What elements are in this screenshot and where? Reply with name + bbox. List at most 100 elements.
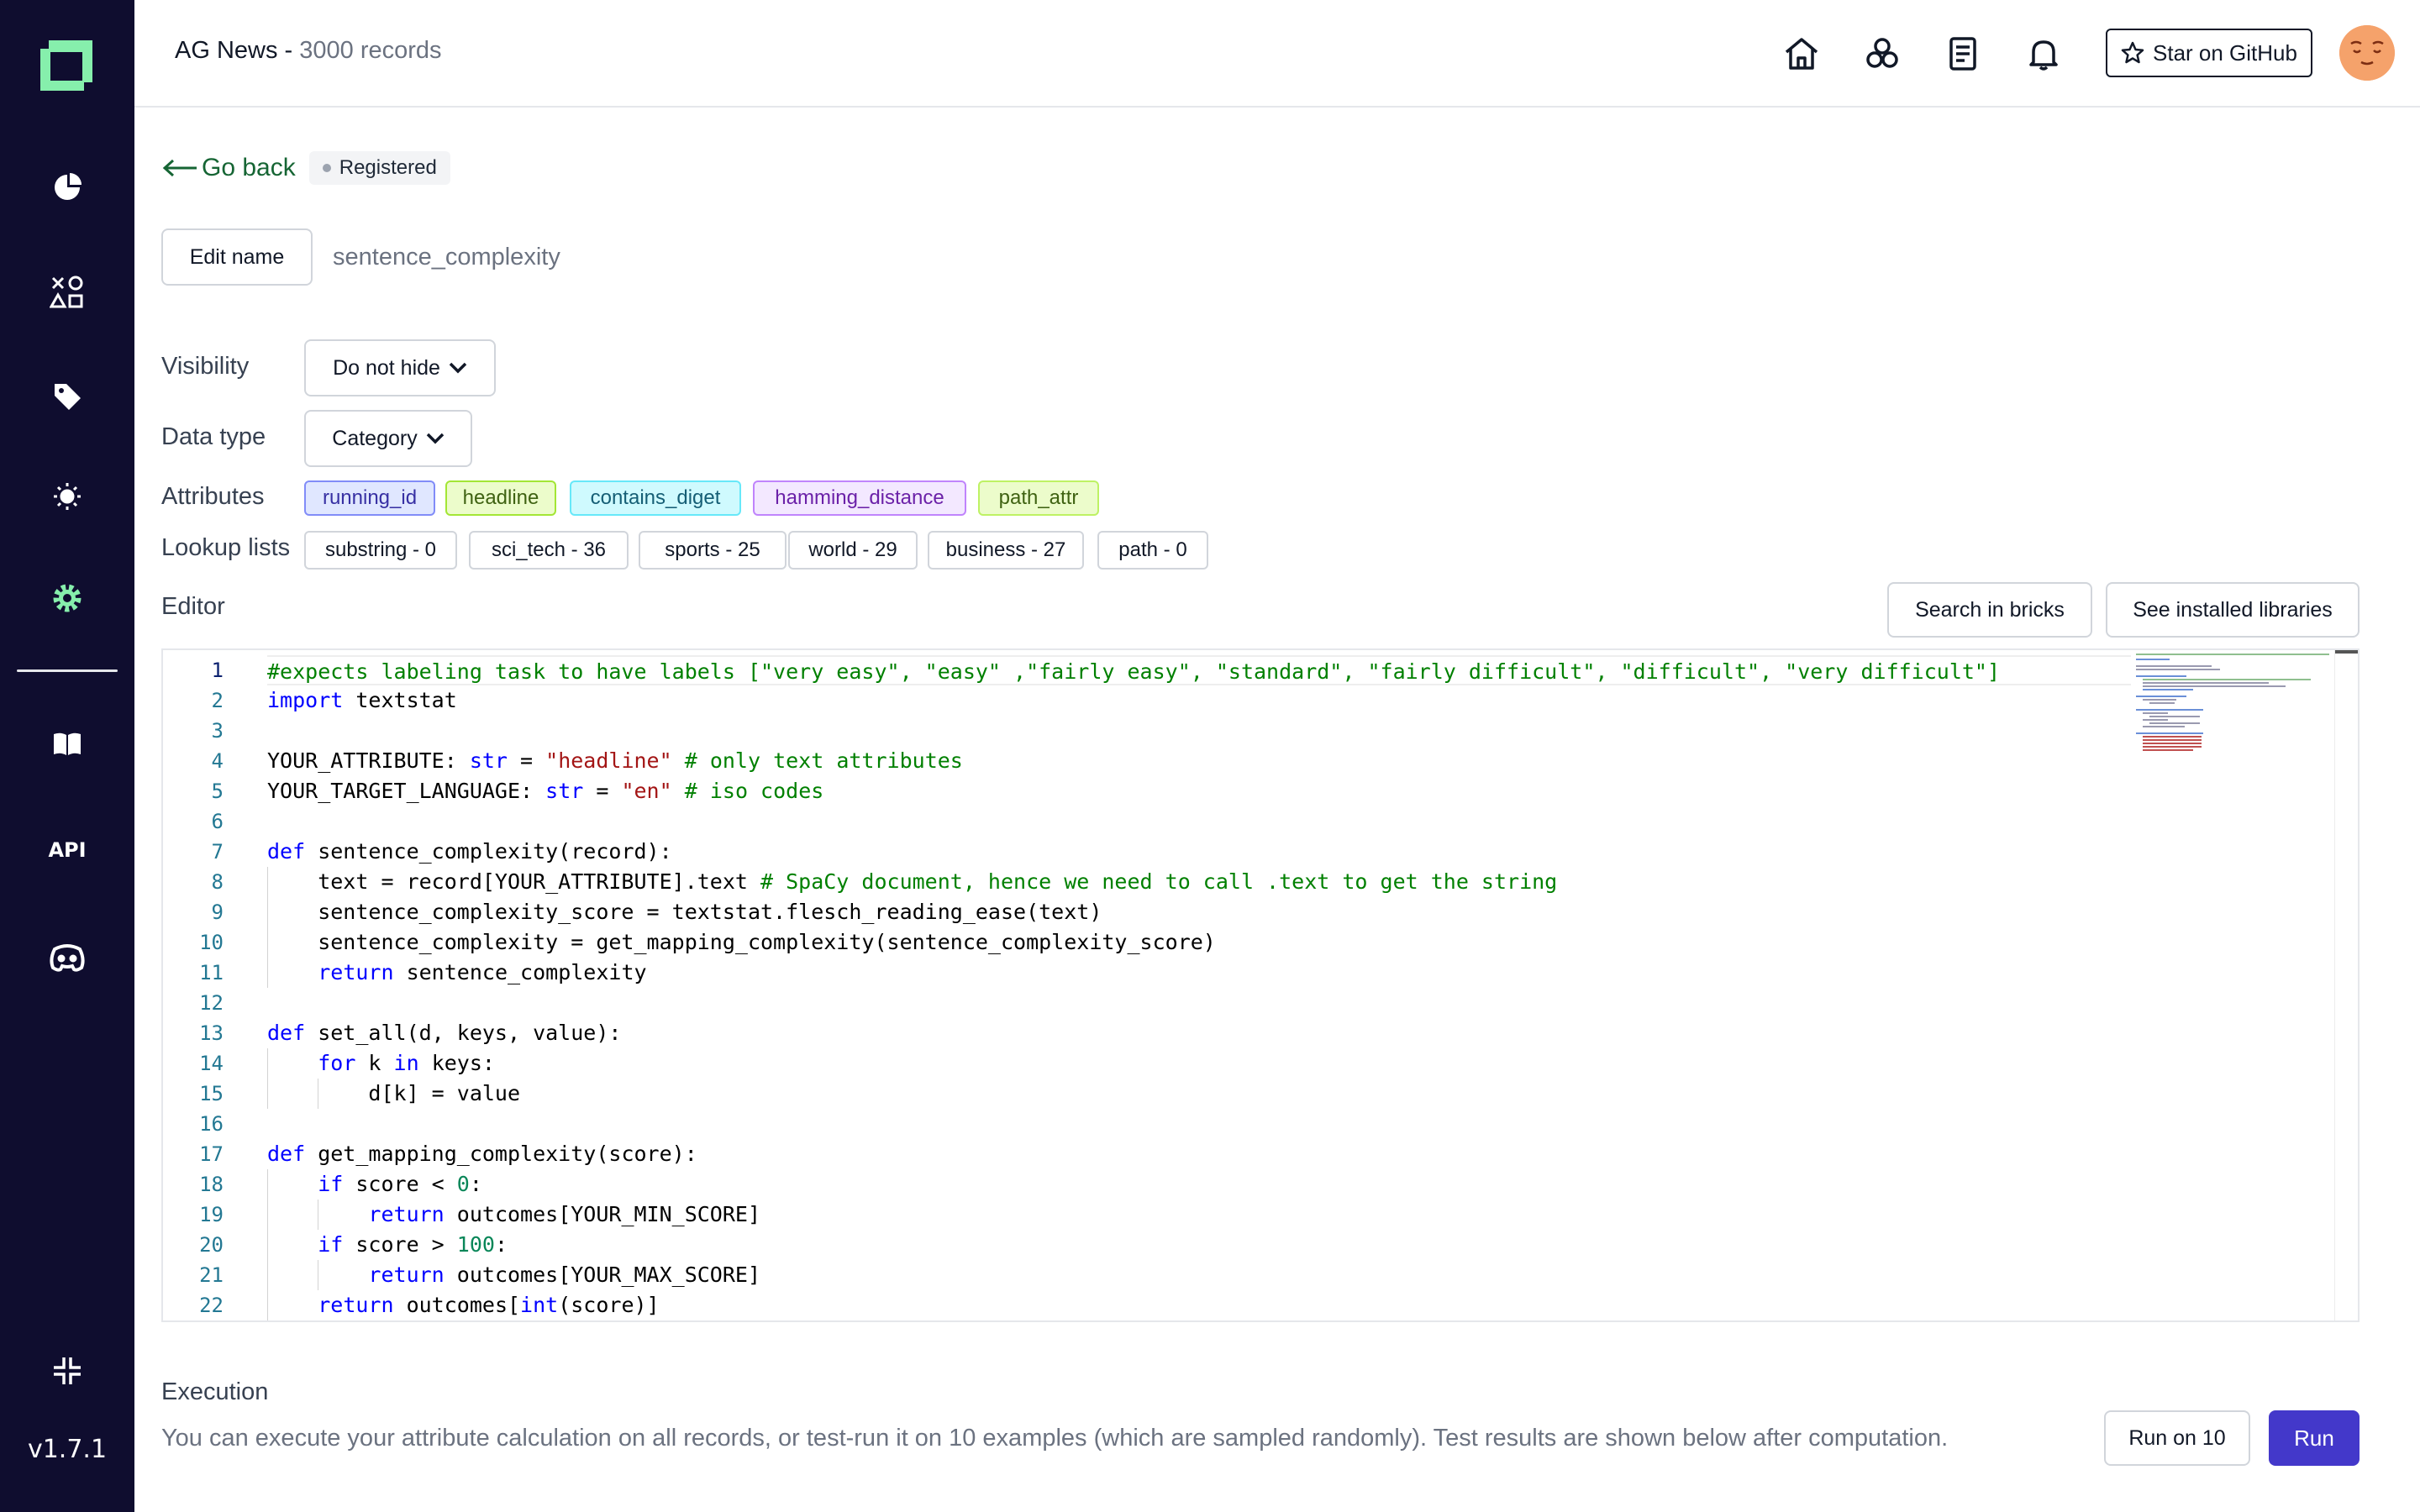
line-number-gutter: 1 2 3 4 5 6 7 8 9 10 11 12 13 14 15 16 17 18 19 20 21 22 [163,655,244,1320]
code-line: sentence_complexity = get_mapping_comple… [267,927,2131,958]
status-badge: Registered [308,151,450,185]
logo-icon[interactable] [40,40,92,91]
lookup-list-item[interactable]: sci_tech - 36 [469,531,629,570]
shapes-icon[interactable] [47,272,87,312]
line-number: 1 [211,659,224,682]
edit-name-button[interactable]: Edit name [161,228,313,286]
code-line: text = record[YOUR_ATTRIBUTE].text # Spa… [267,867,2131,897]
code-line: d[k] = value [267,1079,2131,1109]
book-icon[interactable] [47,724,87,764]
code-line: def get_mapping_complexity(score): [267,1142,697,1166]
go-back-link[interactable]: Go back [161,154,296,182]
attribute-name: sentence_complexity [333,244,560,270]
visibility-dropdown[interactable]: Do not hide [304,339,496,396]
attribute-tag: contains_diget [570,480,741,516]
code-editor[interactable]: 1 2 3 4 5 6 7 8 9 10 11 12 13 14 15 16 17 18 19 20 21 22 #exp… [161,648,2360,1322]
lookup-list-item[interactable]: sports - 25 [639,531,786,570]
execution-title: Execution [161,1378,269,1405]
search-in-bricks-button[interactable]: Search in bricks [1887,582,2092,638]
api-icon[interactable]: API [47,830,87,870]
hub-icon[interactable] [1860,32,1904,76]
status-dot [322,164,331,172]
line-number: 21 [199,1263,224,1287]
app-version: v1.7.1 [27,1435,108,1464]
line-number: 20 [199,1233,224,1257]
collapse-icon[interactable] [47,1351,87,1391]
github-label: Star on GitHub [2153,39,2297,66]
code-area[interactable]: #expects labeling task to have labels ["… [267,655,2131,1320]
chevron-down-icon [449,362,467,374]
line-number: 11 [199,961,224,984]
code-line: return outcomes[YOUR_MAX_SCORE] [267,1260,2131,1290]
code-line: if score > 100: [267,1230,2131,1260]
code-line: YOUR_ATTRIBUTE: str = "headline" # only … [267,748,963,773]
editor-scrollbar[interactable] [2334,650,2358,1320]
back-row: Go back Registered [161,151,450,185]
gear-icon[interactable] [47,578,87,618]
see-installed-libraries-button[interactable]: See installed libraries [2106,582,2360,638]
avatar[interactable] [2339,25,2395,81]
line-number: 4 [211,749,224,773]
lookup-list-item[interactable]: substring - 0 [304,531,457,570]
line-number: 9 [211,900,224,924]
line-number: 17 [199,1142,224,1166]
run-button[interactable]: Run [2269,1410,2360,1466]
home-icon[interactable] [1780,32,1823,76]
lookup-list-item[interactable]: path - 0 [1097,531,1208,570]
visibility-value: Do not hide [333,355,440,380]
line-number: 10 [199,931,224,954]
line-number: 7 [211,840,224,864]
lookup-list-item[interactable]: world - 29 [788,531,918,570]
project-name: AG News [175,37,278,64]
code-line: YOUR_TARGET_LANGUAGE: str = "en" # iso c… [267,779,824,803]
line-number: 22 [199,1294,224,1317]
arrow-left-icon [162,159,197,177]
pie-chart-icon[interactable] [47,167,87,207]
code-line: return outcomes[YOUR_MIN_SCORE] [267,1200,2131,1230]
line-number: 13 [199,1021,224,1045]
line-number: 6 [211,810,224,833]
attribute-tag: running_id [304,480,435,516]
status-label: Registered [339,156,437,179]
line-number: 16 [199,1112,224,1136]
go-back-label: Go back [202,154,296,181]
api-label: API [48,838,87,862]
attributes-label: Attributes [161,483,265,510]
line-number: 12 [199,991,224,1015]
record-count: 3000 records [299,37,442,64]
sidebar: API v1.7.1 [0,0,134,1512]
code-minimap[interactable] [2136,650,2334,768]
page-title: AG News - 3000 records [175,37,442,65]
bulb-icon[interactable] [47,477,87,517]
line-number: 5 [211,780,224,803]
line-number: 19 [199,1203,224,1226]
run-on-10-button[interactable]: Run on 10 [2104,1410,2250,1466]
lookup-lists-label: Lookup lists [161,534,291,561]
code-line: return outcomes[int(score)] [267,1290,2131,1320]
data-type-label: Data type [161,423,266,450]
line-number: 2 [211,689,224,712]
tag-icon[interactable] [47,376,87,417]
code-line: def set_all(d, keys, value): [267,1021,622,1045]
bell-icon[interactable] [2022,32,2065,76]
lookup-list-item[interactable]: business - 27 [928,531,1084,570]
attribute-tag: path_attr [978,480,1099,516]
data-type-dropdown[interactable]: Category [304,410,472,467]
line-number: 8 [211,870,224,894]
document-icon[interactable] [1941,32,1985,76]
chevron-down-icon [426,433,444,444]
attribute-tag: hamming_distance [753,480,966,516]
discord-icon[interactable] [47,937,87,978]
scrollbar-thumb[interactable] [2335,650,2358,654]
line-number: 15 [199,1082,224,1105]
line-number: 14 [199,1052,224,1075]
code-line: if score < 0: [267,1169,2131,1200]
code-line: sentence_complexity_score = textstat.fle… [267,897,2131,927]
code-line: import textstat [267,688,457,712]
title-separator: - [277,37,300,64]
star-on-github-button[interactable]: Star on GitHub [2106,29,2312,77]
